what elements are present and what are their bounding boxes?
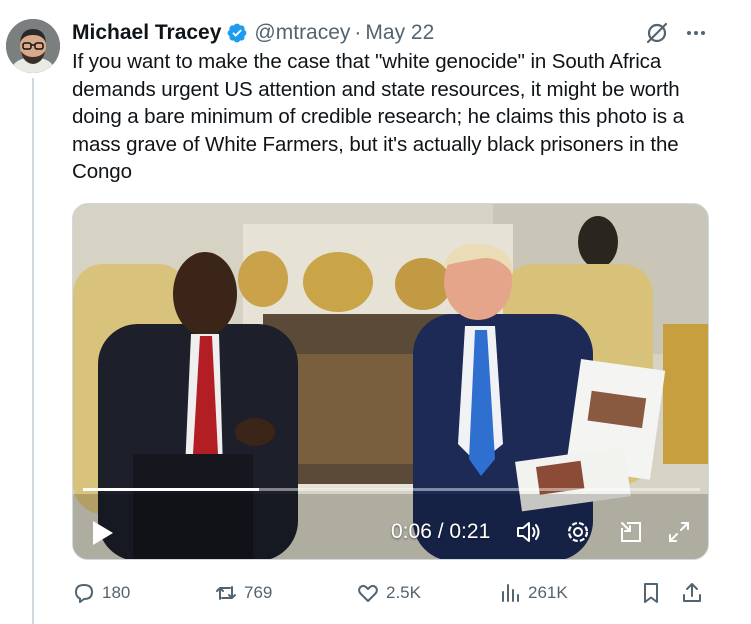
reply-icon [75, 584, 93, 603]
volume-icon[interactable] [514, 518, 542, 546]
repost-count: 769 [244, 583, 273, 602]
tweet-text: If you want to make the case that "white… [72, 50, 684, 183]
video-progress-bar[interactable] [83, 488, 700, 491]
bookmark-icon [644, 583, 658, 603]
tweet-header: Michael Tracey @mtracey · May 22 [72, 19, 434, 47]
reply-button[interactable]: 180 [72, 578, 130, 608]
views-icon [502, 584, 519, 602]
repost-icon [216, 586, 236, 600]
views-count: 261K [528, 583, 568, 602]
fullscreen-icon[interactable] [665, 518, 693, 546]
verified-badge-icon [226, 22, 248, 44]
video-player[interactable]: 0:06 / 0:21 [72, 203, 709, 560]
action-bar: 180 769 2.5K 261K [72, 578, 712, 608]
bookmark-button[interactable] [639, 578, 669, 608]
video-time: 0:06 / 0:21 [391, 520, 491, 543]
video-frame [73, 204, 708, 559]
share-button[interactable] [680, 578, 710, 608]
settings-icon[interactable] [564, 518, 592, 546]
pip-icon[interactable] [617, 518, 645, 546]
avatar[interactable] [6, 19, 60, 73]
play-icon[interactable] [91, 520, 115, 546]
author-handle[interactable]: @mtracey [254, 21, 350, 45]
thread-line [32, 78, 34, 624]
author-name[interactable]: Michael Tracey [72, 21, 221, 45]
tweet-date[interactable]: May 22 [365, 21, 434, 45]
like-button[interactable]: 2.5K [356, 578, 421, 608]
repost-button[interactable]: 769 [214, 578, 272, 608]
like-icon [358, 584, 378, 602]
separator: · [354, 21, 362, 44]
grok-icon[interactable] [644, 20, 670, 46]
share-icon [683, 583, 701, 602]
views-button[interactable]: 261K [498, 578, 568, 608]
like-count: 2.5K [386, 583, 421, 602]
video-progress-fill [83, 488, 260, 491]
more-icon[interactable] [683, 20, 709, 46]
reply-count: 180 [102, 583, 131, 602]
